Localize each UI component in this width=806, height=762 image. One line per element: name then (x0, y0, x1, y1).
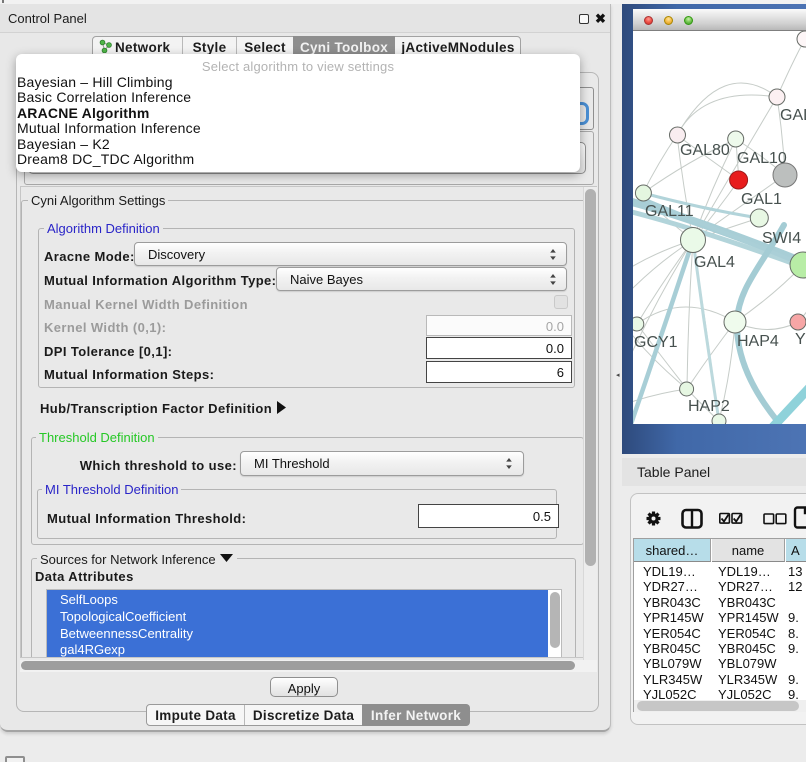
svg-text:GAL10: GAL10 (737, 150, 787, 167)
svg-text:GAL4: GAL4 (694, 254, 735, 271)
svg-text:HAP2: HAP2 (688, 398, 730, 415)
svg-text:Y: Y (795, 331, 806, 348)
svg-text:SWI4: SWI4 (762, 230, 801, 247)
svg-text:GAL11: GAL11 (645, 203, 694, 220)
svg-text:GAL80: GAL80 (680, 142, 730, 159)
svg-text:GAL1: GAL1 (741, 191, 782, 208)
svg-text:HAP4: HAP4 (737, 333, 779, 350)
svg-text:GCY1: GCY1 (634, 334, 678, 351)
svg-text:GAL: GAL (780, 107, 806, 124)
